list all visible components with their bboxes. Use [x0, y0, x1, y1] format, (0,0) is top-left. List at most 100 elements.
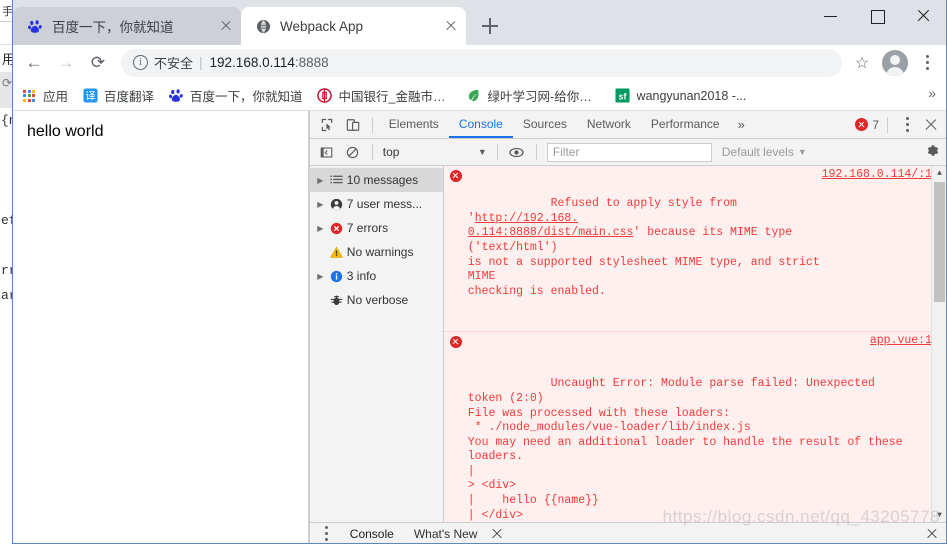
bookmark-star-icon[interactable]: ☆: [848, 49, 876, 77]
close-button[interactable]: [900, 0, 946, 32]
console-message[interactable]: Refused to apply style from 'http://192.…: [443, 166, 946, 332]
sidebar-item-warnings[interactable]: No warnings: [310, 240, 443, 264]
reload-button[interactable]: ⟳: [83, 48, 113, 78]
chevron-down-icon: ▼: [797, 147, 807, 157]
warning-icon: [327, 245, 347, 259]
sidebar-item-user-messages[interactable]: ▶ 7 user mess...: [310, 192, 443, 216]
tab-close-button[interactable]: [217, 17, 235, 35]
error-icon: [327, 222, 347, 235]
error-icon: [449, 170, 462, 182]
bookmarks-overflow-button[interactable]: »: [928, 85, 936, 101]
bookmark-apps[interactable]: 应用: [21, 86, 68, 105]
boc-icon: [317, 88, 333, 104]
kebab-menu-icon[interactable]: [894, 111, 920, 139]
toolbar-divider: [371, 116, 373, 133]
svg-text:译: 译: [85, 90, 95, 102]
tab-performance[interactable]: Performance: [641, 111, 730, 138]
console-message-source[interactable]: 192.168.0.114/:1: [822, 168, 932, 183]
toolbar-divider: [371, 144, 373, 160]
page-hello-text: hello world: [27, 123, 104, 140]
more-tabs-button[interactable]: »: [730, 117, 753, 132]
browser-content: hello world Elements Console Sources Net…: [13, 111, 946, 544]
tab-elements[interactable]: Elements: [379, 111, 449, 138]
devtools-tabbar-right: 7: [855, 111, 946, 139]
log-levels-label: Default levels: [721, 145, 794, 159]
tab-baidu[interactable]: 百度一下，你就知道: [13, 7, 241, 45]
error-count-label: 7: [872, 117, 879, 132]
device-toolbar-icon[interactable]: [340, 112, 366, 138]
scroll-down-arrow[interactable]: ▼: [932, 508, 946, 522]
expand-arrow-icon[interactable]: ▶: [314, 200, 327, 209]
tab-console[interactable]: Console: [448, 111, 513, 138]
back-button[interactable]: ←: [19, 48, 49, 78]
console-message-source[interactable]: app.vue:1: [870, 334, 932, 349]
tab-close-button[interactable]: [442, 17, 460, 35]
chrome-menu-icon[interactable]: [914, 49, 940, 77]
toolbar-divider: [887, 116, 888, 133]
drawer-tab-whats-new[interactable]: What's New: [404, 527, 488, 541]
sidebar-item-errors[interactable]: ▶ 7 errors: [310, 216, 443, 240]
drawer-tab-console[interactable]: Console: [340, 527, 404, 541]
window-controls: [808, 0, 946, 45]
tab-sources[interactable]: Sources: [513, 111, 577, 138]
drawer-close-icon[interactable]: [489, 526, 505, 542]
live-expression-icon[interactable]: [504, 139, 530, 165]
bookmark-baidu[interactable]: 百度一下，你就知道: [168, 86, 303, 105]
expand-arrow-icon[interactable]: ▶: [314, 272, 327, 281]
sidebar-item-label: 10 messages: [346, 173, 419, 187]
info-icon: [327, 270, 347, 283]
sidebar-item-verbose[interactable]: No verbose: [310, 288, 443, 312]
bookmark-lvye[interactable]: 绿叶学习网-给你初...: [466, 86, 601, 105]
new-tab-button[interactable]: [474, 10, 506, 42]
console-message[interactable]: app.vue:1 Uncaught Error: Module parse f…: [443, 331, 946, 522]
expand-arrow-icon[interactable]: ▶: [314, 224, 327, 233]
browser-toolbar: ← → ⟳ i 不安全 | 192.168.0.114:8888 ☆: [13, 45, 946, 81]
bookmark-baidu-translate[interactable]: 译 百度翻译: [82, 86, 154, 105]
sidebar-item-label: No warnings: [346, 245, 414, 259]
error-count-badge[interactable]: 7: [855, 118, 879, 132]
sidebar-item-messages[interactable]: ▶ 10 messages: [309, 168, 443, 192]
devtools-drawer: Console What's New: [309, 520, 946, 544]
close-devtools-icon[interactable]: [920, 114, 942, 136]
console-scrollbar[interactable]: ▲ ▼: [931, 166, 946, 522]
tab-network[interactable]: Network: [577, 111, 641, 138]
settings-gear-icon[interactable]: [926, 144, 940, 161]
devtools-panel: Elements Console Sources Network Perform…: [308, 111, 946, 544]
console-filter-input[interactable]: Filter: [546, 142, 712, 162]
minimize-button[interactable]: [808, 0, 854, 32]
console-message-list[interactable]: Refused to apply style from 'http://192.…: [443, 166, 946, 522]
toolbar-divider: [496, 144, 498, 160]
devtools-tabbar: Elements Console Sources Network Perform…: [309, 111, 946, 139]
sidebar-item-label: No verbose: [346, 293, 409, 307]
profile-avatar[interactable]: [882, 49, 908, 76]
bookmark-segmentfault[interactable]: sf wangyunan2018 -...: [615, 88, 747, 104]
console-message-text: Refused to apply style from 'http://192.…: [467, 197, 827, 298]
page-viewport: hello world: [13, 111, 309, 543]
sidebar-item-info[interactable]: ▶ 3 info: [310, 264, 443, 288]
expand-arrow-icon[interactable]: ▶: [314, 176, 327, 185]
clear-console-icon[interactable]: [340, 139, 366, 165]
scrollbar-thumb[interactable]: [934, 182, 945, 302]
drawer-right-controls: [922, 526, 946, 542]
omnibox-divider: |: [199, 55, 203, 70]
inspect-cursor-icon[interactable]: [314, 112, 340, 138]
scroll-up-arrow[interactable]: ▲: [932, 166, 946, 180]
bookmark-boc[interactable]: 中国银行_金融市场...: [317, 86, 452, 105]
address-bar[interactable]: i 不安全 | 192.168.0.114:8888: [121, 48, 842, 77]
close-drawer-icon[interactable]: [924, 526, 940, 542]
log-levels-select[interactable]: Default levels ▼: [722, 145, 807, 159]
show-console-sidebar-icon[interactable]: [314, 139, 340, 165]
translate-icon: 译: [82, 88, 98, 104]
page-scrollbar[interactable]: [297, 111, 308, 543]
site-info-icon[interactable]: i: [133, 55, 148, 70]
tab-webpack-app[interactable]: Webpack App: [241, 7, 466, 45]
maximize-button[interactable]: [854, 0, 900, 32]
bookmark-label: wangyunan2018 -...: [636, 88, 747, 103]
execution-context-select[interactable]: top ▼: [379, 143, 491, 162]
globe-icon: [255, 18, 271, 34]
drawer-menu-icon[interactable]: [314, 520, 340, 544]
console-message-text: Uncaught Error: Module parse failed: Une…: [467, 377, 903, 522]
bookmarks-bar: 应用 译 百度翻译 百度一下，你就知道 中国银行_金融市场... 绿叶学习网-给…: [13, 81, 946, 111]
sidebar-item-label: 7 errors: [346, 221, 389, 235]
forward-button[interactable]: →: [51, 48, 81, 78]
